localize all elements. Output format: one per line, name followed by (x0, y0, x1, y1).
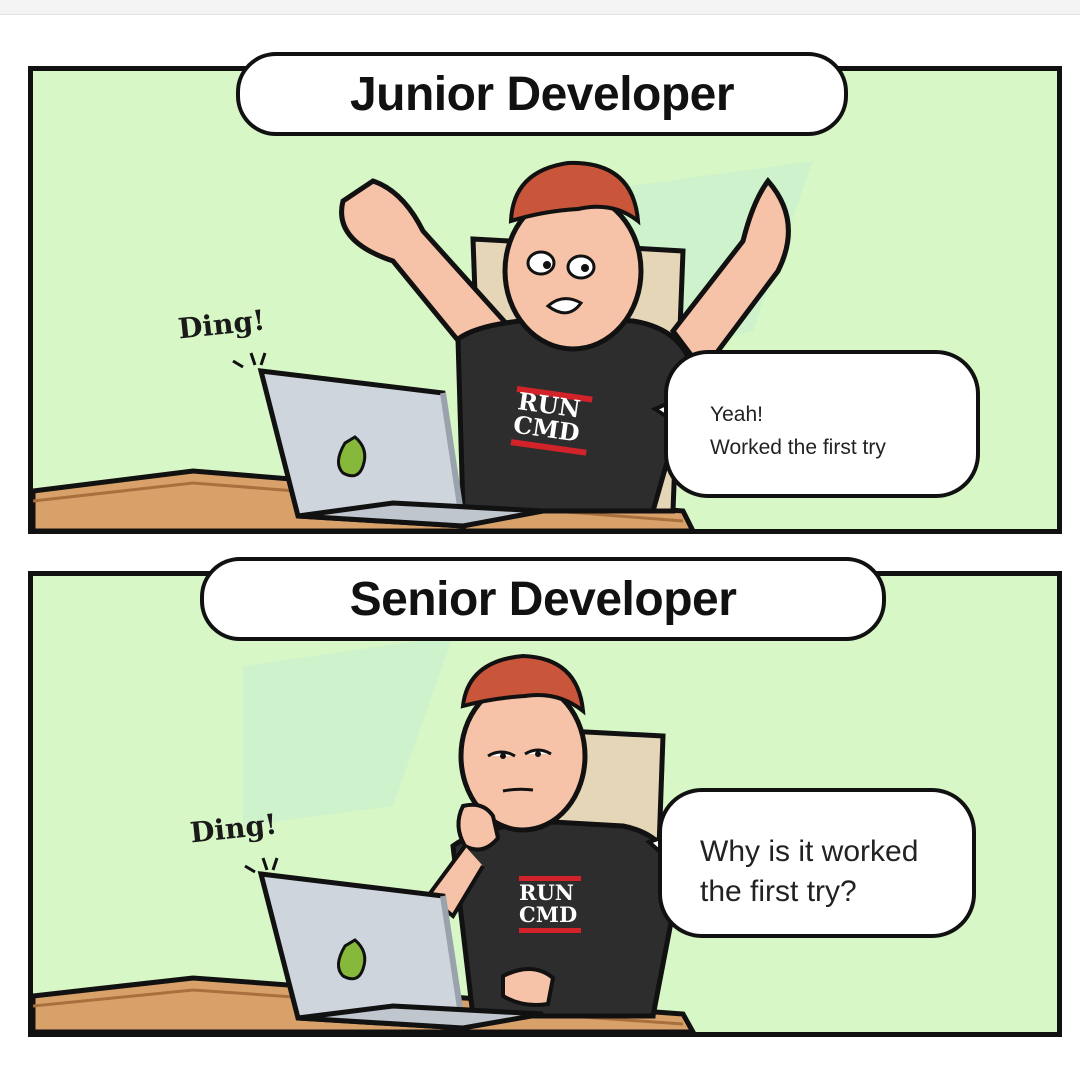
sound-lines-icon (232, 352, 267, 369)
sound-lines-icon (244, 857, 279, 874)
top-bar (0, 0, 1080, 15)
speech-line: the first try? (700, 875, 857, 908)
speech-line: Yeah! (710, 403, 763, 426)
speech-line: Worked the first try (710, 436, 886, 459)
shirt-text-cmd: CMD (519, 902, 577, 927)
panel-title-senior: Senior Developer (200, 557, 886, 641)
speech-bubble-junior: Yeah! Worked the first try (664, 350, 980, 498)
speech-bubble-senior: Why is it worked the first try? (658, 788, 976, 938)
panel-title-junior: Junior Developer (236, 52, 848, 136)
speech-line: Why is it worked (700, 835, 919, 868)
